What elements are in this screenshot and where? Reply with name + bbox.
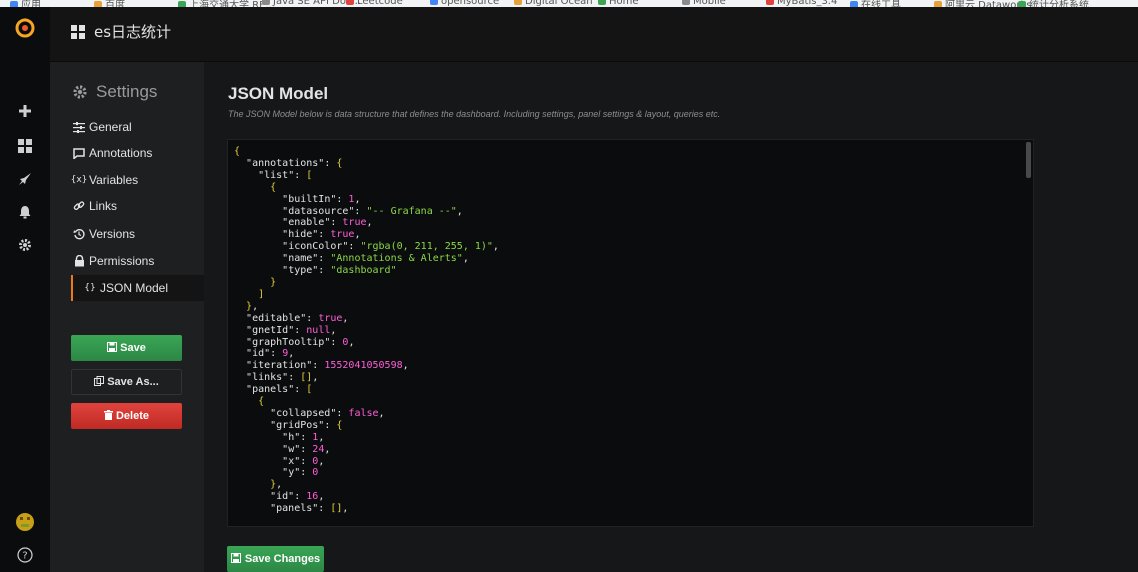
settings-link-label: JSON Model xyxy=(100,281,169,295)
bookmark-item[interactable]: 上海交通大学 RE... xyxy=(178,0,275,7)
settings-link-label: Versions xyxy=(89,227,136,241)
save-as-button[interactable]: Save As... xyxy=(71,369,182,395)
floppy-disk-icon xyxy=(107,341,118,355)
bookmark-favicon-icon xyxy=(514,0,522,5)
bookmark-label: Digital Ocean xyxy=(525,0,593,7)
editor-scrollbar[interactable] xyxy=(1025,140,1033,526)
explore-rocket-icon[interactable] xyxy=(0,164,50,194)
bookmark-label: MyBatis_3.4 xyxy=(777,0,838,7)
settings-link-label: Links xyxy=(89,199,118,213)
bookmark-label: Mobile xyxy=(693,0,726,7)
settings-link-label: General xyxy=(89,120,132,134)
bookmark-item[interactable]: Digital Ocean xyxy=(514,0,593,7)
bookmark-label: 统计分析系统 xyxy=(1029,0,1089,7)
bookmark-item[interactable]: Home xyxy=(598,0,639,7)
json-code[interactable]: { "annotations": { "list": [ { "builtIn"… xyxy=(234,146,499,515)
json-code-editor[interactable]: { "annotations": { "list": [ { "builtIn"… xyxy=(227,139,1034,527)
bookmark-item[interactable]: 阿里云 Dataworks xyxy=(934,0,1031,7)
grafana-logo-icon[interactable] xyxy=(0,13,50,43)
bookmark-label: opensource xyxy=(441,0,500,7)
settings-link-permissions[interactable]: Permissions xyxy=(72,248,204,274)
gear-icon xyxy=(73,85,87,99)
bookmark-favicon-icon xyxy=(430,0,438,5)
bookmark-favicon-icon xyxy=(262,0,270,5)
settings-link-variables[interactable]: {x} Variables xyxy=(70,167,204,193)
svg-text:?: ? xyxy=(22,551,27,562)
bookmark-favicon-icon xyxy=(346,0,354,5)
settings-sidebar: Settings General Annotations {x} Variabl… xyxy=(50,62,204,572)
bookmark-favicon-icon xyxy=(598,0,606,5)
settings-link-versions[interactable]: Versions xyxy=(72,221,204,247)
page-title: JSON Model xyxy=(228,84,329,103)
editor-scrollbar-thumb[interactable] xyxy=(1026,142,1031,178)
comment-icon xyxy=(72,146,86,160)
sliders-icon xyxy=(72,120,86,134)
floppy-disk-icon xyxy=(230,552,241,566)
settings-heading-label: Settings xyxy=(96,82,158,101)
bookmark-item[interactable]: 在线工具 xyxy=(850,0,901,7)
save-as-button-label: Save As... xyxy=(107,376,159,388)
settings-link-label: Annotations xyxy=(89,146,153,160)
lock-icon xyxy=(72,254,86,268)
delete-button[interactable]: Delete xyxy=(71,403,182,429)
bookmark-label: Leetcode xyxy=(357,0,403,7)
settings-link-general[interactable]: General xyxy=(72,114,204,140)
sidemenu: ? xyxy=(0,7,50,572)
main-content: JSON Model The JSON Model below is data … xyxy=(204,62,1138,572)
settings-link-links[interactable]: Links xyxy=(72,193,204,219)
bookmark-item[interactable]: opensource xyxy=(430,0,499,7)
bookmark-label: Home xyxy=(609,0,639,7)
bookmark-favicon-icon xyxy=(766,0,774,5)
dashboard-title: es日志统计 xyxy=(94,23,172,41)
navbar: es日志统计 xyxy=(50,7,1138,62)
dashboards-icon[interactable] xyxy=(0,131,50,161)
bookmark-label: 在线工具 xyxy=(861,0,901,7)
bookmark-item[interactable]: Leetcode xyxy=(346,0,403,7)
variable-icon: {x} xyxy=(70,175,88,185)
save-changes-button[interactable]: Save Changes xyxy=(227,546,324,572)
plus-icon[interactable] xyxy=(0,96,50,126)
json-braces-icon: {} xyxy=(84,283,96,293)
bookmark-item[interactable]: 统计分析系统 xyxy=(1018,0,1089,7)
bookmark-item[interactable]: Mobile xyxy=(682,0,726,7)
user-avatar-icon[interactable] xyxy=(0,507,50,537)
bookmark-item[interactable]: 应用 xyxy=(10,0,41,7)
bookmark-label: 应用 xyxy=(21,0,41,7)
bookmark-favicon-icon xyxy=(682,0,690,5)
browser-bookmarks-bar: 应用 百度 上海交通大学 RE... Java SE API Doc... Leetco… xyxy=(0,0,1138,7)
save-button[interactable]: Save xyxy=(71,335,182,361)
settings-heading: Settings xyxy=(72,82,157,102)
bookmark-item[interactable]: 百度 xyxy=(94,0,125,7)
history-icon xyxy=(72,227,86,241)
bookmark-label: 百度 xyxy=(105,0,125,7)
configuration-gear-icon[interactable] xyxy=(0,230,50,260)
dashboard-title-link[interactable]: es日志统计 xyxy=(71,21,171,42)
save-changes-label: Save Changes xyxy=(244,553,321,565)
dashboards-icon xyxy=(71,24,85,39)
settings-link-json-model[interactable]: {} JSON Model xyxy=(71,275,204,301)
bookmark-item[interactable]: MyBatis_3.4 xyxy=(766,0,837,7)
help-icon[interactable]: ? xyxy=(0,540,50,570)
copy-icon xyxy=(94,375,105,389)
link-icon xyxy=(72,199,86,213)
page-description: The JSON Model below is data structure t… xyxy=(228,109,721,119)
alerting-bell-icon[interactable] xyxy=(0,197,50,227)
delete-button-label: Delete xyxy=(115,410,150,422)
settings-link-annotations[interactable]: Annotations xyxy=(72,140,204,166)
settings-link-label: Permissions xyxy=(89,254,155,268)
trash-icon xyxy=(103,409,113,423)
save-button-label: Save xyxy=(120,342,146,354)
settings-link-label: Variables xyxy=(89,173,139,187)
